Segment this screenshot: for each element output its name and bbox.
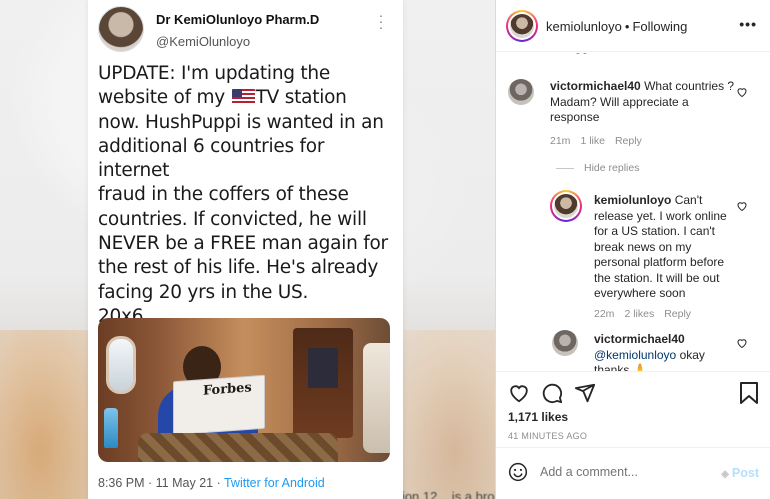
tweet-line: the rest of his life. He's already — [98, 257, 379, 279]
mention-link[interactable]: @kemiolunloyo — [594, 348, 676, 362]
tweet-header: Dr KemiOlunloyo Pharm.D @KemiOlunloyo · ·… — [98, 6, 393, 56]
tweet-footer: 8:36 PM · 11 May 21 · Twitter for Androi… — [98, 476, 325, 490]
tweet-photo: Forbes — [98, 318, 390, 462]
hide-replies-button[interactable]: Hide replies — [584, 162, 639, 174]
following-button[interactable]: Following — [632, 19, 687, 34]
cabin-screen — [308, 348, 338, 388]
add-comment-bar: ◈Post — [496, 447, 770, 499]
comment-time: 21m — [550, 135, 571, 147]
tweet-card: Dr KemiOlunloyo Pharm.D @KemiOlunloyo · ·… — [88, 0, 403, 499]
water-bottle — [104, 408, 118, 448]
commenter-avatar[interactable] — [508, 79, 534, 105]
post-time: 41 MINUTES AGO — [508, 431, 588, 441]
reply-username[interactable]: kemiolunloyo — [594, 193, 671, 207]
reply-meta: 22m 2 likes Reply — [594, 308, 701, 320]
comment-icon[interactable] — [541, 382, 563, 404]
reply-text: kemiolunloyo Can't release yet. I work o… — [594, 193, 732, 302]
post-header: kemiolunloyo • Following ••• — [496, 0, 770, 52]
tweet-line: NEVER be a FREE man again for — [98, 233, 388, 255]
more-options-icon[interactable]: ••• — [739, 16, 757, 32]
action-bar — [496, 371, 770, 413]
tweet-avatar — [98, 6, 144, 52]
header-separator: • — [624, 19, 630, 34]
tweet-line: now. HushPuppi is wanted in an — [98, 111, 384, 133]
background-blur-left — [0, 330, 100, 499]
reply-body: Can't release yet. I work online for a U… — [594, 193, 727, 300]
tweet-line: website of my TV station — [98, 86, 390, 110]
background-blur-right — [395, 330, 495, 499]
tweet-line: additional 6 countries for internet — [98, 135, 325, 182]
clipped-comment-meta: ▪ ▪ — [576, 53, 587, 59]
like-icon[interactable] — [508, 382, 530, 404]
reply-time: 22m — [594, 308, 615, 320]
comment-likes[interactable]: 1 like — [580, 135, 605, 147]
tweet-timestamp: 8:36 PM · 11 May 21 · — [98, 476, 224, 490]
reply-reply[interactable]: Reply — [664, 308, 691, 320]
comment-reply[interactable]: Reply — [615, 135, 642, 147]
spinner-icon: ◈ — [721, 469, 729, 480]
reply-likes[interactable]: 2 likes — [624, 308, 654, 320]
tweet-line: facing 20 yrs in the US. — [98, 281, 309, 303]
divider — [556, 168, 574, 169]
instagram-panel: kemiolunloyo • Following ••• ▪ ▪ victormic… — [495, 0, 770, 499]
profile-avatar[interactable] — [506, 10, 538, 42]
tweet-author-name: Dr KemiOlunloyo Pharm.D — [156, 12, 320, 27]
comments-list[interactable]: ▪ ▪ victormichael40 What countries ? Mad… — [496, 53, 770, 371]
like-reply-icon[interactable] — [736, 337, 748, 349]
us-flag-icon — [231, 89, 255, 105]
comment-text: victormichael40 What countries ? Madam? … — [550, 79, 740, 126]
reply-avatar[interactable] — [552, 330, 578, 356]
blanket — [138, 433, 338, 462]
comment-username[interactable]: victormichael40 — [550, 79, 641, 93]
tweet-source-link[interactable]: Twitter for Android — [224, 476, 325, 490]
tweet-text: UPDATE: I'm updating the website of my T… — [98, 62, 390, 329]
like-reply-icon[interactable] — [736, 200, 748, 212]
tweet-line: UPDATE: I'm updating the — [98, 63, 331, 84]
post-comment-button[interactable]: ◈ Post — [721, 466, 759, 480]
tweet-line: fraud in the coffers of these — [98, 184, 349, 206]
post-author-username[interactable]: kemiolunloyo — [546, 19, 622, 34]
tweet-line: countries. If convicted, he will — [98, 208, 367, 230]
like-comment-icon[interactable] — [736, 86, 748, 98]
tweet-line-prefix: website of my — [98, 87, 225, 109]
tweet-line-suffix: TV station — [255, 87, 347, 109]
share-icon[interactable] — [574, 382, 596, 404]
reply-username[interactable]: victormichael40 — [594, 332, 734, 348]
likes-count[interactable]: 1,171 likes — [508, 410, 568, 424]
emoji-icon[interactable] — [508, 462, 528, 482]
reply-avatar[interactable] — [550, 190, 582, 222]
comment-meta: 21m 1 like Reply — [550, 135, 652, 147]
more-vertical-icon: · · · — [378, 7, 384, 35]
plane-window — [106, 336, 136, 394]
tweet-author-handle: @KemiOlunloyo — [156, 34, 251, 49]
reply-text: victormichael40 @kemiolunloyo okay thank… — [594, 332, 734, 371]
add-comment-input[interactable] — [540, 465, 710, 479]
cabin-seat — [363, 343, 390, 453]
post-author: kemiolunloyo • Following — [546, 19, 687, 34]
save-icon[interactable] — [739, 382, 759, 404]
